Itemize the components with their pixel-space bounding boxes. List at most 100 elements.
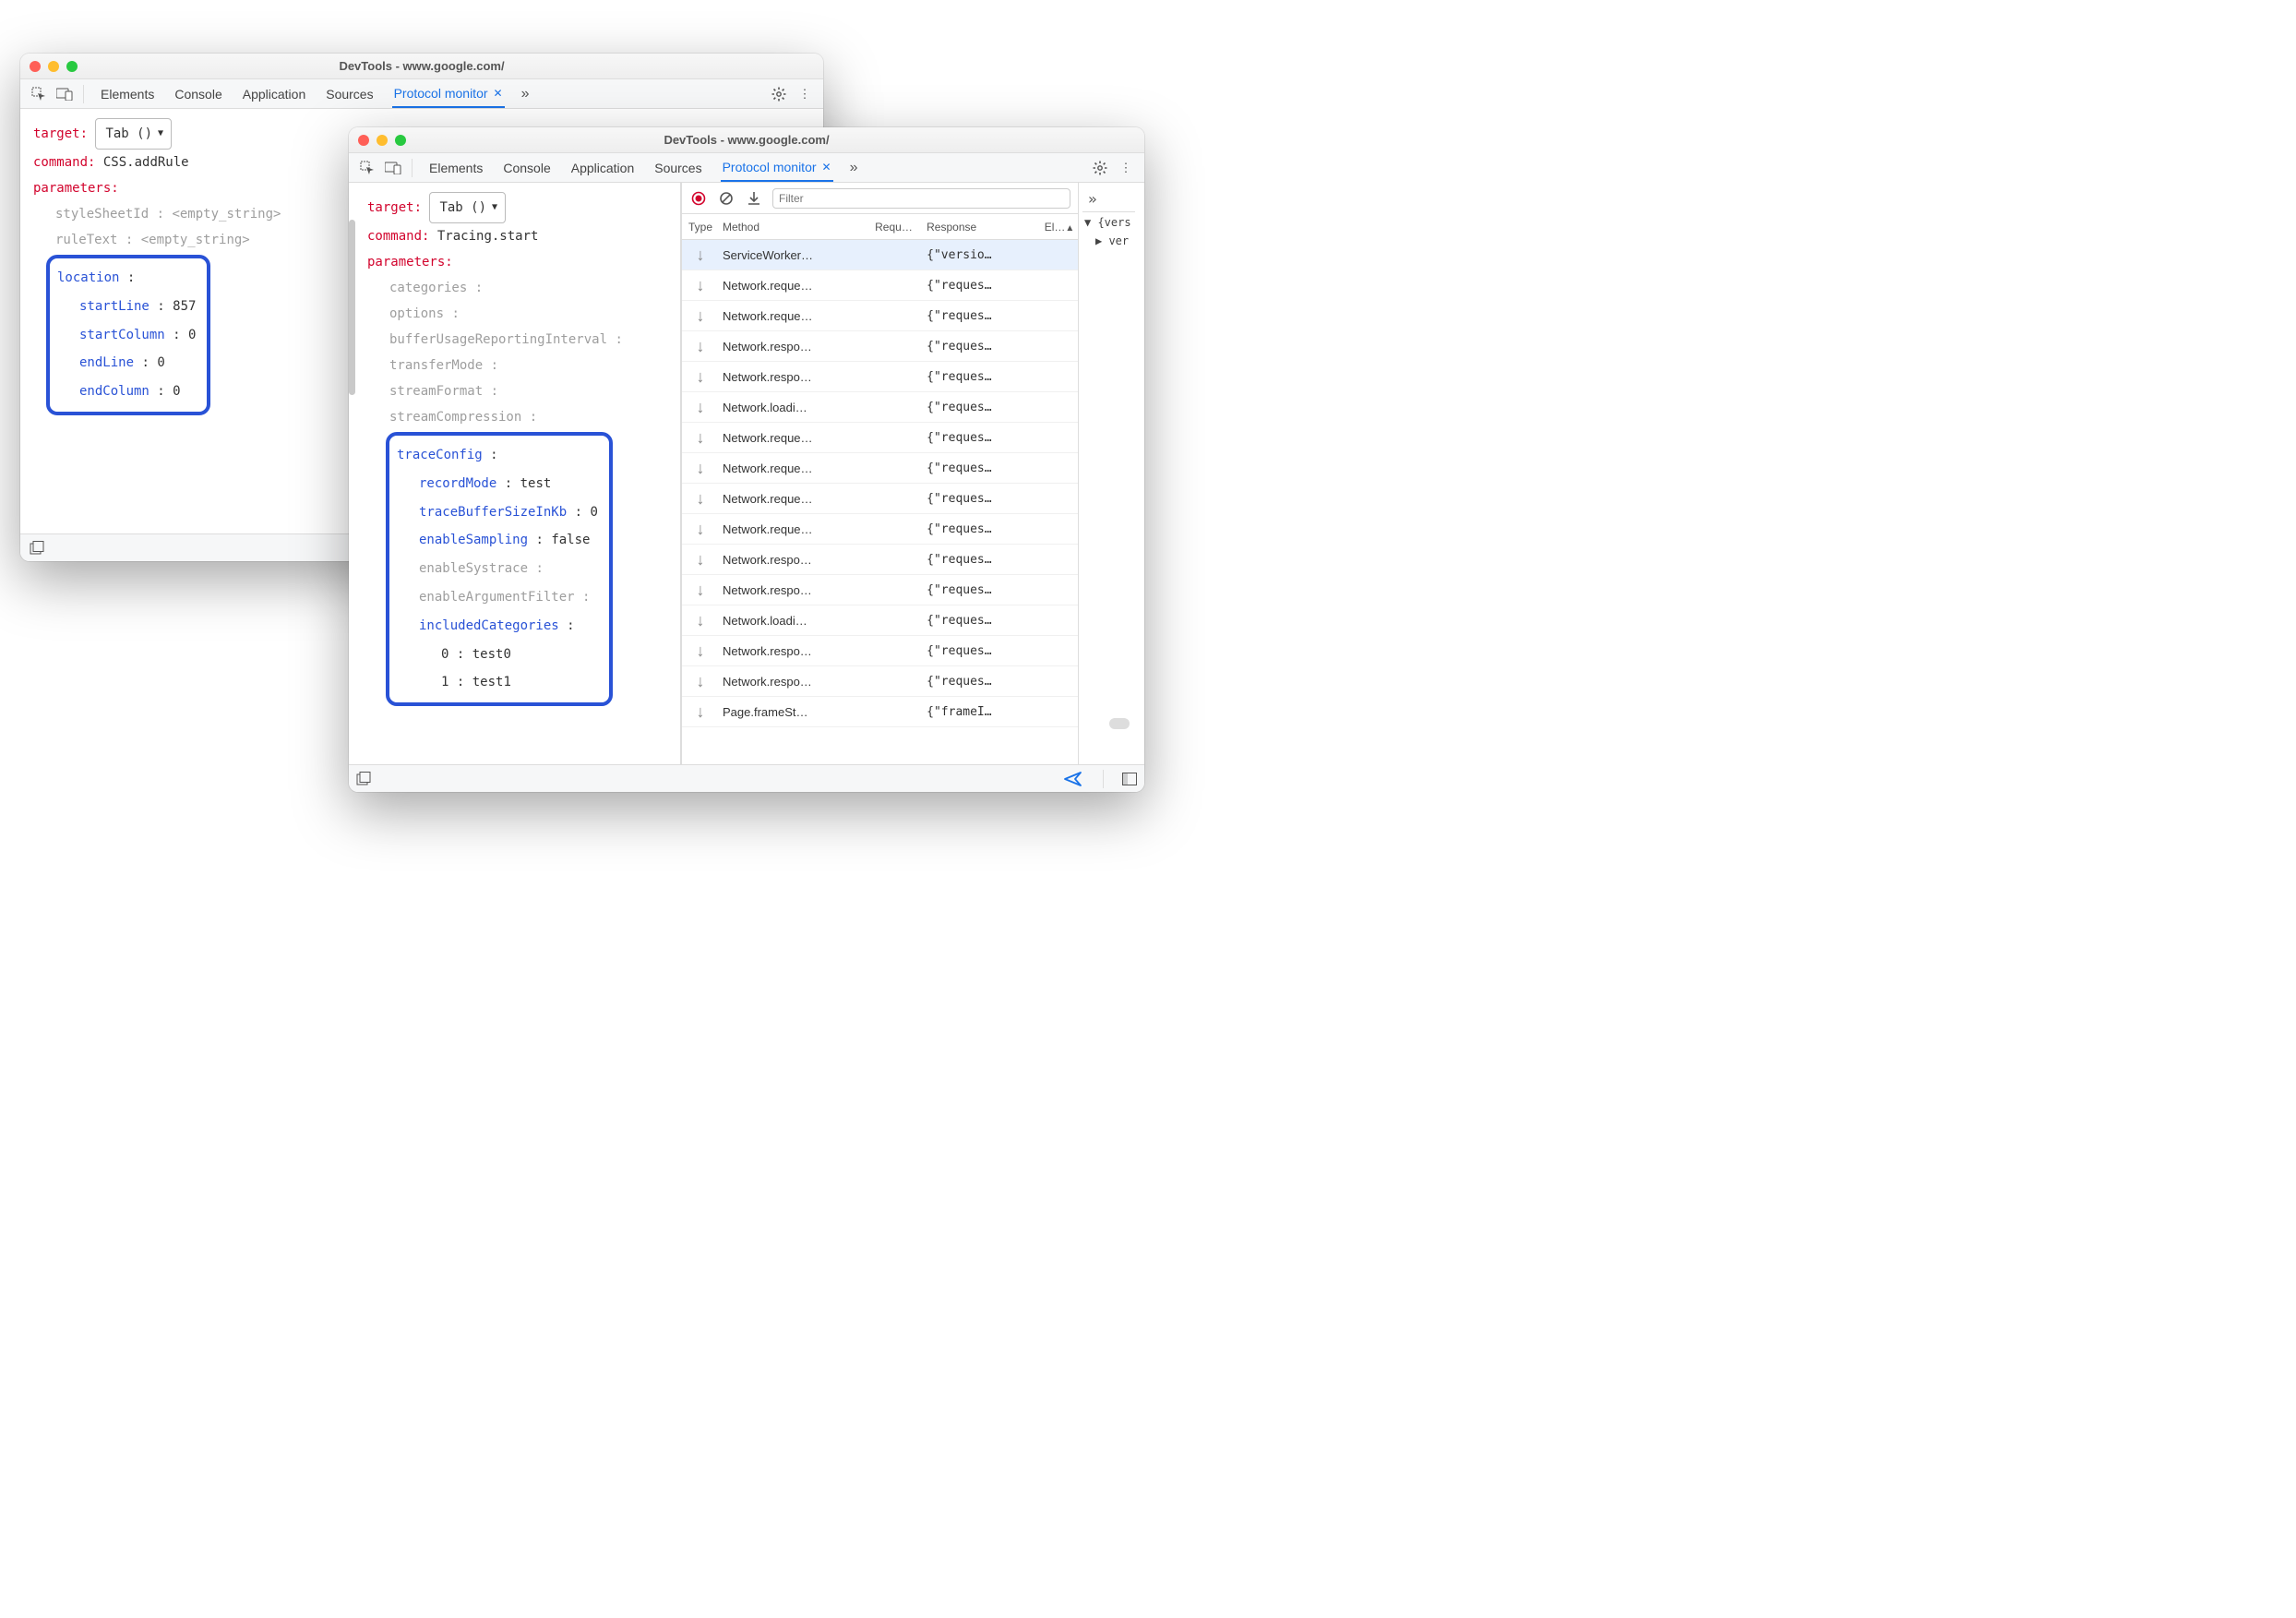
tab-protocol-monitor[interactable]: Protocol monitor ✕: [392, 80, 505, 108]
table-row[interactable]: ↓Network.reque…{"reques…: [682, 270, 1078, 301]
param-key[interactable]: categories: [389, 281, 467, 295]
field-value[interactable]: 0: [173, 384, 180, 399]
clear-icon[interactable]: [717, 189, 735, 208]
param-key[interactable]: transferMode: [389, 358, 483, 373]
param-value[interactable]: <empty_string>: [172, 207, 281, 222]
col-method[interactable]: Method: [719, 221, 875, 234]
param-value[interactable]: <empty_string>: [141, 233, 250, 247]
close-icon[interactable]: ✕: [494, 87, 503, 100]
field-value[interactable]: 857: [173, 299, 196, 314]
field-value[interactable]: false: [551, 533, 590, 547]
close-window-button[interactable]: [358, 135, 369, 146]
down-arrow-icon: ↓: [682, 702, 719, 722]
record-icon[interactable]: [689, 189, 708, 208]
table-row[interactable]: ↓Network.reque…{"reques…: [682, 301, 1078, 331]
field-key[interactable]: traceBufferSizeInKb: [419, 505, 567, 520]
inspect-icon[interactable]: [356, 157, 378, 179]
filter-input[interactable]: [772, 188, 1070, 209]
inspect-icon[interactable]: [28, 83, 50, 105]
param-key[interactable]: ruleText: [55, 233, 117, 247]
tab-elements[interactable]: Elements: [99, 81, 156, 107]
tab-application[interactable]: Application: [241, 81, 308, 107]
drawer-console-icon[interactable]: [356, 772, 371, 786]
tab-elements[interactable]: Elements: [427, 155, 484, 181]
col-type[interactable]: Type: [682, 221, 719, 234]
tab-console[interactable]: Console: [501, 155, 552, 181]
tab-console[interactable]: Console: [173, 81, 223, 107]
field-value[interactable]: 0: [188, 328, 196, 342]
table-row[interactable]: ↓Page.frameSt…{"frameI…: [682, 697, 1078, 727]
field-key[interactable]: startColumn: [79, 328, 165, 342]
download-icon[interactable]: [745, 189, 763, 208]
field-key[interactable]: enableSampling: [419, 533, 528, 547]
target-select[interactable]: Tab () ▼: [95, 118, 172, 150]
table-row[interactable]: ↓Network.respo…{"reques…: [682, 331, 1078, 362]
device-toggle-icon[interactable]: [54, 83, 76, 105]
param-key[interactable]: streamCompression: [389, 410, 521, 425]
response-cell: {"reques…: [927, 522, 1041, 536]
tab-sources[interactable]: Sources: [652, 155, 703, 181]
target-select[interactable]: Tab () ▼: [429, 192, 506, 223]
field-key[interactable]: enableArgumentFilter: [419, 590, 575, 605]
table-row[interactable]: ↓Network.reque…{"reques…: [682, 453, 1078, 484]
gear-icon[interactable]: [768, 83, 790, 105]
minimize-window-button[interactable]: [48, 61, 59, 72]
events-table-body[interactable]: ↓ServiceWorker…{"versio…↓Network.reque…{…: [682, 240, 1078, 764]
device-toggle-icon[interactable]: [382, 157, 404, 179]
close-window-button[interactable]: [30, 61, 41, 72]
method-cell: Network.respo…: [719, 675, 875, 689]
table-row[interactable]: ↓Network.reque…{"reques…: [682, 514, 1078, 545]
send-command-icon[interactable]: [1064, 772, 1082, 786]
down-arrow-icon: ↓: [682, 611, 719, 630]
array-value[interactable]: test1: [472, 675, 511, 689]
col-elapsed[interactable]: El…▲: [1041, 221, 1078, 234]
field-key[interactable]: enableSystrace: [419, 561, 528, 576]
table-row[interactable]: ↓Network.loadi…{"reques…: [682, 392, 1078, 423]
tab-application[interactable]: Application: [569, 155, 637, 181]
table-row[interactable]: ↓Network.respo…{"reques…: [682, 636, 1078, 666]
table-row[interactable]: ↓Network.respo…{"reques…: [682, 545, 1078, 575]
more-tabs-icon[interactable]: »: [850, 160, 858, 176]
table-row[interactable]: ↓Network.respo…{"reques…: [682, 575, 1078, 605]
field-key[interactable]: endColumn: [79, 384, 149, 399]
array-value[interactable]: test0: [472, 647, 511, 662]
tab-sources[interactable]: Sources: [324, 81, 375, 107]
table-row[interactable]: ↓Network.respo…{"reques…: [682, 362, 1078, 392]
drawer-console-icon[interactable]: [30, 541, 44, 556]
field-key[interactable]: recordMode: [419, 476, 496, 491]
col-request[interactable]: Requ…: [875, 221, 927, 234]
table-row[interactable]: ↓Network.reque…{"reques…: [682, 484, 1078, 514]
table-row[interactable]: ↓Network.respo…{"reques…: [682, 666, 1078, 697]
tree-root[interactable]: ▼ {vers: [1082, 212, 1135, 231]
col-response[interactable]: Response: [927, 221, 1041, 234]
param-key[interactable]: styleSheetId: [55, 207, 149, 222]
toggle-side-panel-icon[interactable]: [1122, 773, 1137, 785]
param-key[interactable]: bufferUsageReportingInterval: [389, 332, 607, 347]
field-key[interactable]: endLine: [79, 355, 134, 370]
command-value[interactable]: Tracing.start: [437, 229, 539, 244]
field-value[interactable]: 0: [590, 505, 597, 520]
minimize-window-button[interactable]: [377, 135, 388, 146]
field-value[interactable]: 0: [157, 355, 164, 370]
more-tabs-icon[interactable]: »: [1088, 190, 1097, 208]
highlighted-object: location : startLine : 857 startColumn :…: [46, 255, 210, 415]
more-tabs-icon[interactable]: »: [521, 86, 530, 102]
tree-child[interactable]: ▶ ver: [1082, 231, 1135, 249]
table-row[interactable]: ↓Network.loadi…{"reques…: [682, 605, 1078, 636]
command-value[interactable]: CSS.addRule: [103, 155, 189, 170]
zoom-window-button[interactable]: [395, 135, 406, 146]
param-key[interactable]: streamFormat: [389, 384, 483, 399]
tab-protocol-monitor[interactable]: Protocol monitor ✕: [721, 154, 833, 182]
field-value[interactable]: test: [520, 476, 552, 491]
scrollbar[interactable]: [349, 183, 355, 764]
close-icon[interactable]: ✕: [822, 161, 831, 174]
kebab-menu-icon[interactable]: ⋮: [794, 83, 816, 105]
param-key[interactable]: options: [389, 306, 444, 321]
table-row[interactable]: ↓Network.reque…{"reques…: [682, 423, 1078, 453]
zoom-window-button[interactable]: [66, 61, 78, 72]
gear-icon[interactable]: [1089, 157, 1111, 179]
kebab-menu-icon[interactable]: ⋮: [1115, 157, 1137, 179]
method-cell: Network.loadi…: [719, 401, 875, 414]
table-row[interactable]: ↓ServiceWorker…{"versio…: [682, 240, 1078, 270]
field-key[interactable]: startLine: [79, 299, 149, 314]
